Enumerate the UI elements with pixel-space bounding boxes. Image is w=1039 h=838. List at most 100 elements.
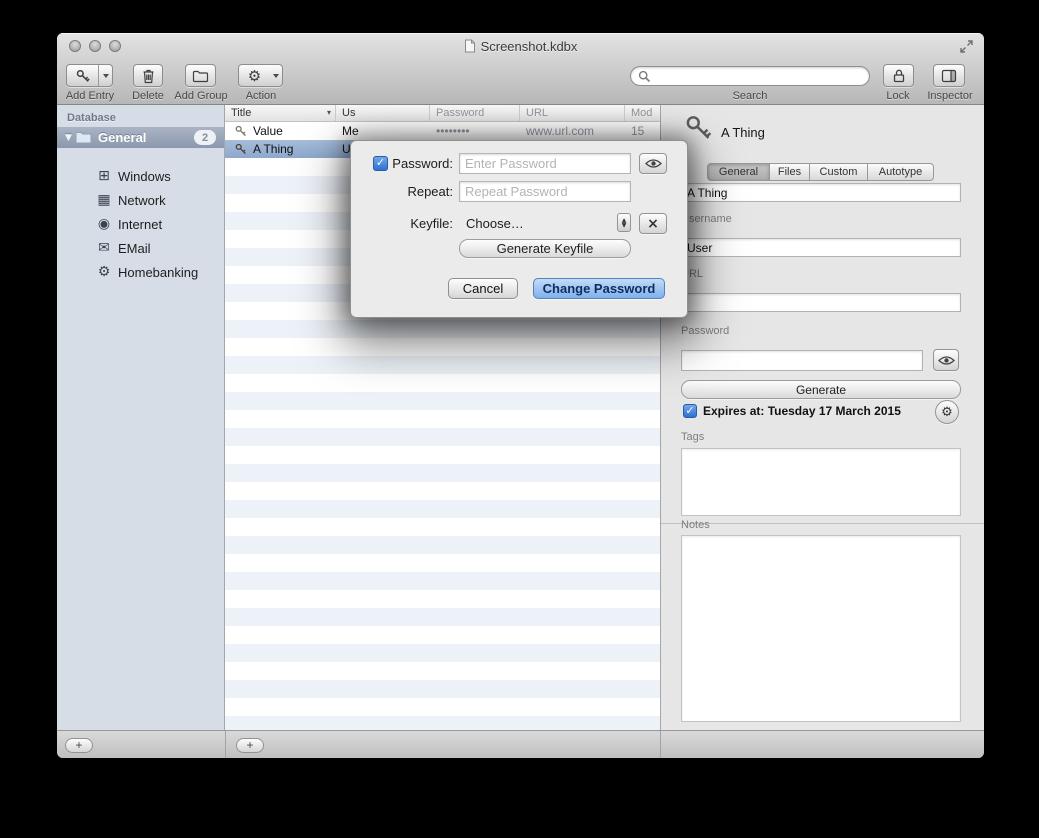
search-input[interactable]: [655, 69, 862, 83]
padlock-icon: [892, 68, 906, 84]
sidebar-item-label: Windows: [118, 169, 171, 184]
sidebar-item-label: Network: [118, 193, 166, 208]
delete-label: Delete: [120, 90, 176, 102]
add-group-plus-button[interactable]: +: [65, 738, 93, 753]
keyfile-label: Keyfile:: [391, 213, 453, 234]
tab-custom[interactable]: Custom: [810, 163, 868, 181]
bottom-bar: + +: [57, 730, 984, 758]
tab-general[interactable]: General: [707, 163, 770, 181]
column-header-password[interactable]: Password: [430, 105, 520, 121]
repeat-label: Repeat:: [391, 181, 453, 202]
search-field[interactable]: [630, 66, 870, 86]
column-header-url[interactable]: URL: [520, 105, 625, 121]
sidebar-item-label: Internet: [118, 217, 162, 232]
cell-modified: 15: [625, 122, 660, 140]
password-input[interactable]: [459, 153, 631, 174]
inspector-button[interactable]: [933, 64, 965, 87]
tab-files[interactable]: Files: [770, 163, 810, 181]
sidebar-group-general[interactable]: ▼ General 2: [57, 127, 224, 148]
keyfile-popup[interactable]: Choose…: [466, 213, 524, 234]
cell-username: Me: [336, 122, 430, 140]
sidebar-item-label: Homebanking: [118, 265, 198, 280]
add-entry-plus-button[interactable]: +: [236, 738, 264, 753]
table-header: Title ▾ Us Password URL Mod: [225, 105, 660, 122]
cancel-button[interactable]: Cancel: [448, 278, 518, 299]
sidebar-item-email[interactable]: ✉ EMail: [57, 237, 224, 259]
divider: [660, 731, 661, 758]
repeat-input[interactable]: [459, 181, 631, 202]
cell-title: A Thing: [253, 140, 293, 158]
group-sidebar: Database ▼ General 2 ⊞ Windows ▦ Network…: [57, 105, 225, 730]
sort-indicator-icon: ▾: [327, 108, 331, 117]
lock-label: Lock: [870, 90, 926, 102]
homebanking-icon: ⚙: [95, 265, 113, 279]
password-label: Password: [681, 325, 729, 337]
password-label: Password:: [391, 153, 453, 174]
email-icon: ✉: [95, 241, 113, 255]
username-label: Username: [681, 213, 732, 225]
sidebar-item-homebanking[interactable]: ⚙ Homebanking: [57, 261, 224, 283]
stepper-down-icon: ▼: [622, 223, 627, 228]
key-icon: [67, 65, 98, 86]
folder-icon: [192, 69, 209, 83]
folder-icon: [75, 131, 92, 144]
inspector-tabs: General Files Custom Autotype: [707, 163, 934, 181]
notes-field[interactable]: [681, 535, 961, 722]
chevron-down-icon[interactable]: [270, 65, 282, 86]
sidebar-item-network[interactable]: ▦ Network: [57, 189, 224, 211]
cell-title: Value: [253, 122, 283, 140]
clear-keyfile-button[interactable]: ×: [639, 213, 667, 234]
generate-password-button[interactable]: Generate: [681, 380, 961, 399]
reveal-password-button[interactable]: [639, 153, 667, 174]
inspector-entry-title: A Thing: [721, 125, 765, 140]
delete-button[interactable]: [133, 64, 163, 87]
change-password-dialog: ✓ Password: Repeat: Keyfile: Choose… ▲ ▼…: [350, 140, 688, 318]
password-field[interactable]: [681, 350, 923, 371]
url-field[interactable]: [681, 293, 961, 312]
disclosure-triangle-icon[interactable]: ▼: [65, 133, 75, 143]
notes-label: Notes: [681, 519, 710, 531]
windows-icon: ⊞: [95, 169, 113, 183]
generate-keyfile-button[interactable]: Generate Keyfile: [459, 239, 631, 258]
sidebar-item-internet[interactable]: ◉ Internet: [57, 213, 224, 235]
search-icon: [638, 70, 651, 83]
app-window: Screenshot.kdbx Add Entry Delete Add Gro…: [57, 33, 984, 758]
change-password-button[interactable]: Change Password: [533, 278, 665, 299]
password-checkbox[interactable]: ✓: [373, 156, 388, 171]
column-header-username[interactable]: Us: [336, 105, 430, 121]
action-button[interactable]: ⚙: [238, 64, 283, 87]
action-label: Action: [233, 90, 289, 102]
divider: [225, 731, 226, 758]
tags-field[interactable]: [681, 448, 961, 516]
gear-icon: ⚙: [239, 65, 270, 86]
add-entry-button[interactable]: [66, 64, 113, 87]
group-label: General: [98, 130, 146, 145]
column-header-modified[interactable]: Mod: [625, 105, 660, 121]
expires-checkbox[interactable]: ✓: [683, 404, 697, 418]
cell-url: www.url.com: [520, 122, 625, 140]
cell-password: ••••••••: [430, 122, 520, 140]
chevron-down-icon[interactable]: [98, 65, 112, 86]
search-label: Search: [722, 90, 778, 102]
sidebar-item-label: EMail: [118, 241, 151, 256]
add-group-button[interactable]: [185, 64, 216, 87]
entry-key-icon: [685, 114, 712, 141]
reveal-password-button[interactable]: [933, 349, 959, 371]
keyfile-stepper[interactable]: ▲ ▼: [617, 213, 631, 232]
add-group-label: Add Group: [171, 90, 231, 102]
expires-options-button[interactable]: ⚙: [935, 400, 959, 424]
document-icon: [464, 39, 476, 53]
eye-icon: [645, 158, 662, 169]
fullscreen-icon[interactable]: [959, 39, 974, 54]
expires-label: Expires at: Tuesday 17 March 2015: [703, 404, 901, 418]
table-row[interactable]: Value Me •••••••• www.url.com 15: [225, 122, 660, 140]
username-field[interactable]: [681, 238, 961, 257]
sidebar-item-windows[interactable]: ⊞ Windows: [57, 165, 224, 187]
sidebar-header: Database: [67, 112, 116, 124]
title-field[interactable]: [681, 183, 961, 202]
column-header-title[interactable]: Title ▾: [225, 105, 336, 121]
key-icon: [235, 125, 247, 137]
inspector-panel-icon: [941, 69, 957, 83]
tab-autotype[interactable]: Autotype: [868, 163, 934, 181]
lock-button[interactable]: [883, 64, 914, 87]
